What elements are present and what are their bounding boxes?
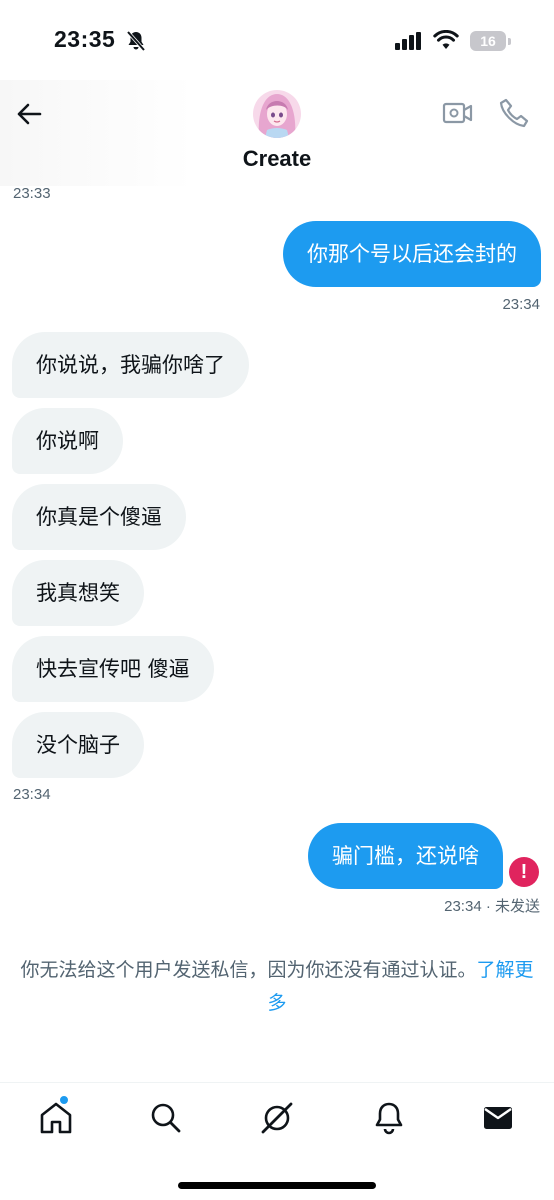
send-failed-error-icon[interactable]: ! — [509, 857, 539, 887]
notifications-icon[interactable] — [369, 1098, 409, 1138]
message-timestamp-not-sent: 23:34 · 未发送 — [444, 898, 540, 915]
incoming-message-bubble[interactable]: 你真是个傻逼 — [12, 484, 186, 550]
cellular-signal-icon — [395, 32, 421, 50]
status-time: 23:35 — [54, 26, 116, 52]
incoming-message-bubble[interactable]: 没个脑子 — [12, 712, 144, 778]
home-icon[interactable] — [36, 1098, 76, 1138]
message-timestamp: 23:34 — [13, 786, 51, 803]
dm-restriction-notice: 你无法给这个用户发送私信，因为你还没有通过认证。了解更多 — [20, 954, 534, 1020]
notice-text: 你无法给这个用户发送私信，因为你还没有通过认证。 — [20, 959, 477, 981]
battery-indicator: 16 — [470, 31, 506, 51]
video-call-icon[interactable] — [441, 98, 473, 128]
outgoing-message-bubble-failed[interactable]: 骗门槛，还说啥 — [308, 823, 503, 889]
dm-conversation-screen: 23:35 16 Create 23:33 你那个号以后还会封的 23:34 你… — [0, 0, 554, 1200]
incoming-message-bubble[interactable]: 快去宣传吧 傻逼 — [12, 636, 214, 702]
incoming-message-bubble[interactable]: 我真想笑 — [12, 560, 144, 626]
silent-bell-icon — [126, 30, 146, 52]
back-arrow-icon[interactable] — [15, 100, 43, 128]
phone-call-icon[interactable] — [498, 97, 530, 129]
message-timestamp: 23:34 — [502, 296, 540, 313]
contact-avatar[interactable] — [253, 90, 301, 138]
incoming-message-bubble[interactable]: 你说说，我骗你啥了 — [12, 332, 249, 398]
outgoing-message-bubble[interactable]: 你那个号以后还会封的 — [283, 221, 541, 287]
message-timestamp: 23:33 — [13, 185, 51, 202]
search-icon[interactable] — [146, 1098, 186, 1138]
battery-tip — [508, 38, 511, 45]
home-notification-dot — [59, 1095, 69, 1105]
contact-name[interactable]: Create — [0, 146, 554, 172]
wifi-icon — [433, 30, 459, 49]
home-indicator — [178, 1182, 376, 1189]
nav-divider — [0, 1082, 554, 1083]
incoming-message-bubble[interactable]: 你说啊 — [12, 408, 123, 474]
messages-icon[interactable] — [478, 1098, 518, 1138]
grok-icon[interactable] — [257, 1098, 297, 1138]
